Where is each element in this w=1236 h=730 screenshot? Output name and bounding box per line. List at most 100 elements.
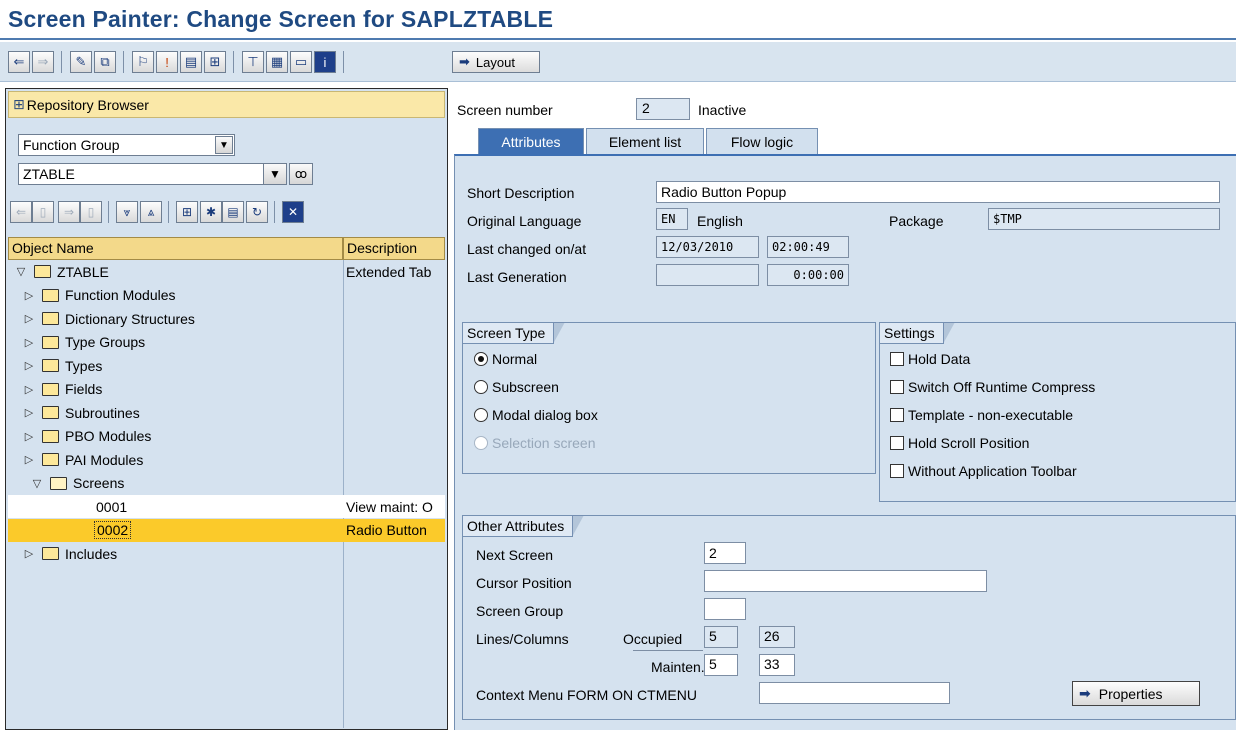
collapse-all-icon[interactable]: ⩓ — [140, 201, 162, 223]
collapsed-triangle-icon[interactable]: ▷ — [22, 312, 36, 325]
tab-attributes[interactable]: Attributes — [478, 128, 584, 154]
tree-node-label: Dictionary Structures — [65, 310, 195, 327]
collapsed-triangle-icon[interactable]: ▷ — [22, 453, 36, 466]
context-menu-field[interactable] — [759, 682, 950, 704]
new-object-icon[interactable]: ✱ — [200, 201, 222, 223]
radio-selected-icon[interactable] — [474, 352, 488, 366]
folder-icon — [42, 335, 59, 349]
repository-browser-panel: ⊞ Repository Browser Function Group ▼ ZT… — [5, 88, 448, 730]
close-icon[interactable]: ✕ — [282, 201, 304, 223]
previous-page-icon[interactable]: ▯ — [32, 201, 54, 223]
where-used-icon[interactable]: ! — [156, 51, 178, 73]
screen-group-field[interactable] — [704, 598, 746, 620]
hierarchy-icon: ⊞ — [13, 96, 25, 112]
next-object-icon[interactable]: ⇒ — [58, 201, 80, 223]
occupied-columns-field: 26 — [759, 626, 795, 648]
toolbar-separator — [343, 51, 344, 73]
checkbox-switch-off-runtime-compress[interactable]: Switch Off Runtime Compress — [890, 379, 1095, 395]
previous-object-icon[interactable]: ⇐ — [10, 201, 32, 223]
checkbox-template-non-executable[interactable]: Template - non-executable — [890, 407, 1073, 423]
tree-node-fields[interactable]: ▷ Fields — [8, 378, 445, 401]
hierarchy-icon[interactable]: ⊤ — [242, 51, 264, 73]
object-name-input[interactable]: ZTABLE — [18, 163, 265, 185]
radio-normal[interactable]: Normal — [474, 351, 537, 367]
mainten-label: Mainten. — [651, 659, 705, 675]
package-label: Package — [889, 213, 944, 229]
display-change-icon[interactable]: ✎ — [70, 51, 92, 73]
tree-structure-icon[interactable]: ⊞ — [176, 201, 198, 223]
checkbox-hold-data[interactable]: Hold Data — [890, 351, 970, 367]
checkbox-icon[interactable] — [890, 380, 904, 394]
next-page-icon[interactable]: ▯ — [80, 201, 102, 223]
collapsed-triangle-icon[interactable]: ▷ — [22, 336, 36, 349]
object-type-select[interactable]: Function Group ▼ — [18, 134, 235, 156]
layout-button-label: Layout — [475, 54, 515, 70]
tree-node-types[interactable]: ▷ Types — [8, 354, 445, 377]
collapsed-triangle-icon[interactable]: ▷ — [22, 383, 36, 396]
activate-icon[interactable]: ⚐ — [132, 51, 154, 73]
arrow-right-icon: ➡ — [459, 54, 470, 69]
screen-number-field[interactable]: 2 — [636, 98, 690, 120]
collapsed-triangle-icon[interactable]: ▷ — [22, 359, 36, 372]
expanded-triangle-icon[interactable]: ▽ — [14, 265, 28, 278]
expand-all-icon[interactable]: ⩔ — [116, 201, 138, 223]
tree-node-pai-modules[interactable]: ▷ PAI Modules — [8, 448, 445, 471]
checkbox-without-application-toolbar[interactable]: Without Application Toolbar — [890, 463, 1077, 479]
collapsed-triangle-icon[interactable]: ▷ — [22, 547, 36, 560]
tree-node-subroutines[interactable]: ▷ Subroutines — [8, 401, 445, 424]
radio-unselected-icon[interactable] — [474, 380, 488, 394]
object-list-icon[interactable]: ⊞ — [204, 51, 226, 73]
short-description-field[interactable]: Radio Button Popup — [656, 181, 1220, 203]
cursor-position-field[interactable] — [704, 570, 987, 592]
tree-node-screens[interactable]: ▽ Screens — [8, 472, 445, 495]
tree-node-dictionary-structures[interactable]: ▷ Dictionary Structures — [8, 307, 445, 330]
tree-node-pbo-modules[interactable]: ▷ PBO Modules — [8, 425, 445, 448]
next-screen-label: Next Screen — [476, 547, 554, 563]
screen-status: Inactive — [698, 102, 747, 118]
last-generation-time: 0:00:00 — [767, 264, 849, 286]
collapsed-triangle-icon[interactable]: ▷ — [22, 430, 36, 443]
tree-node-ztable[interactable]: ▽ ZTABLE Extended Tab — [8, 260, 445, 283]
expanded-triangle-icon[interactable]: ▽ — [30, 477, 44, 490]
forward-arrow-icon[interactable]: ⇒ — [32, 51, 54, 73]
checkbox-icon[interactable] — [890, 352, 904, 366]
next-screen-field[interactable]: 2 — [704, 542, 746, 564]
info-icon[interactable]: i — [314, 51, 336, 73]
radio-unselected-icon[interactable] — [474, 408, 488, 422]
tab-flow-logic[interactable]: Flow logic — [706, 128, 818, 154]
mainten-lines-field[interactable]: 5 — [704, 654, 738, 676]
properties-button[interactable]: ➡ Properties — [1072, 681, 1200, 706]
collapsed-triangle-icon[interactable]: ▷ — [22, 406, 36, 419]
title-bar: Screen Painter: Change Screen for SAPLZT… — [0, 0, 1236, 40]
radio-modal-dialog[interactable]: Modal dialog box — [474, 407, 598, 423]
tree-node-screen-0002[interactable]: 0002 Radio Button — [8, 518, 445, 542]
tree-node-type-groups[interactable]: ▷ Type Groups — [8, 331, 445, 354]
refresh-icon[interactable]: ↻ — [246, 201, 268, 223]
tree-node-function-modules[interactable]: ▷ Function Modules — [8, 284, 445, 307]
element-list-icon[interactable]: ▭ — [290, 51, 312, 73]
lines-columns-label: Lines/Columns — [476, 631, 569, 647]
chevron-down-icon[interactable]: ▼ — [215, 136, 233, 154]
switch-off-runtime-compress-label: Switch Off Runtime Compress — [908, 379, 1096, 395]
back-arrow-icon[interactable]: ⇐ — [8, 51, 30, 73]
screen-layout-icon[interactable]: ▦ — [266, 51, 288, 73]
collapsed-triangle-icon[interactable]: ▷ — [22, 289, 36, 302]
tree-node-screen-0001[interactable]: 0001 View maint: O — [8, 495, 445, 518]
tab-element-list[interactable]: Element list — [586, 128, 704, 154]
checkbox-icon[interactable] — [890, 408, 904, 422]
occupied-label: Occupied — [623, 631, 683, 647]
other-object-icon[interactable]: ⧉ — [94, 51, 116, 73]
glasses-display-icon[interactable]: ꝏ — [289, 163, 313, 185]
mainten-columns-field[interactable]: 33 — [759, 654, 795, 676]
checkbox-icon[interactable] — [890, 436, 904, 450]
tree-node-includes[interactable]: ▷ Includes — [8, 542, 445, 565]
check-icon[interactable]: ▤ — [180, 51, 202, 73]
column-object-name[interactable]: Object Name — [8, 237, 343, 260]
layout-button[interactable]: ➡ Layout — [452, 51, 540, 73]
radio-subscreen[interactable]: Subscreen — [474, 379, 559, 395]
object-list-icon[interactable]: ▤ — [222, 201, 244, 223]
checkbox-hold-scroll-position[interactable]: Hold Scroll Position — [890, 435, 1029, 451]
dropdown-arrow-icon[interactable]: ▼ — [263, 163, 287, 185]
checkbox-icon[interactable] — [890, 464, 904, 478]
column-description[interactable]: Description — [343, 237, 445, 260]
